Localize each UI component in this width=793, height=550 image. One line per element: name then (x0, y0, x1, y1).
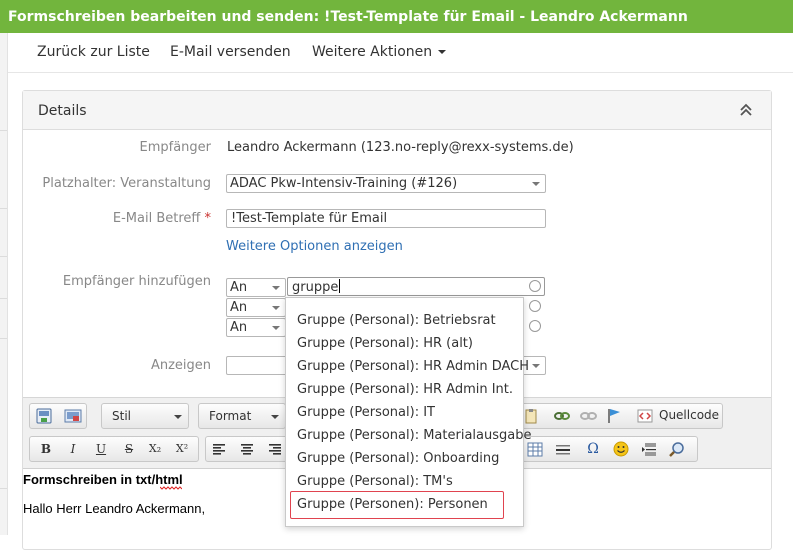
underline-button[interactable]: U (91, 440, 111, 458)
spellcheck-underline (160, 486, 182, 490)
placeholder-event-select[interactable]: ADAC Pkw-Intensiv-Training (#126) (226, 174, 546, 193)
subject-label: E-Mail Betreff * (112, 211, 212, 226)
chevron-down-icon (532, 364, 540, 368)
recipient-type-select[interactable]: An (226, 318, 286, 337)
align-left-icon[interactable] (212, 443, 226, 456)
align-right-icon[interactable] (268, 443, 282, 456)
anchor-flag-icon[interactable] (605, 407, 623, 425)
smiley-icon[interactable] (613, 441, 629, 457)
page-break-icon[interactable] (641, 442, 657, 457)
horizontal-line-icon[interactable] (555, 443, 571, 456)
chevron-down-icon (272, 326, 280, 330)
add-recipients-label: Empfänger hinzufügen (62, 274, 211, 289)
paste-icon[interactable] (523, 408, 539, 424)
bold-button[interactable]: B (36, 440, 56, 458)
chevron-down-icon (532, 182, 540, 186)
editor-heading: Formschreiben in txt/html (23, 472, 183, 487)
panel-title: Details (38, 103, 87, 119)
text-cursor (339, 279, 341, 293)
table-icon[interactable] (527, 442, 543, 457)
toolbar-group-text: B I U S X₂ X² (29, 436, 199, 462)
source-code-icon (637, 409, 653, 423)
chevron-down-icon (272, 306, 280, 310)
autocomplete-option[interactable]: Gruppe (Personal): Onboarding (297, 451, 499, 466)
autocomplete-option[interactable]: Gruppe (Personal): Betriebsrat (297, 313, 496, 328)
window-title: Formschreiben bearbeiten und senden: !Te… (0, 0, 793, 33)
back-to-list-link[interactable]: Zurück zur Liste (37, 44, 150, 60)
recipient-type-value: An (230, 300, 248, 315)
autocomplete-option[interactable]: Gruppe (Personal): TM's (297, 474, 453, 489)
details-panel-heading: Details (23, 91, 771, 130)
chevron-down-icon (271, 415, 279, 419)
align-center-icon[interactable] (240, 443, 254, 456)
recipient-search-input[interactable]: gruppe (287, 277, 545, 296)
autocomplete-option-highlighted[interactable]: Gruppe (Personen): Personen (297, 497, 488, 512)
autocomplete-option[interactable]: Gruppe (Personal): HR Admin Int. (297, 382, 513, 397)
action-navbar: Zurück zur Liste E-Mail versenden Weiter… (8, 33, 793, 73)
collapse-chevron-icon[interactable] (739, 103, 753, 117)
zoom-icon[interactable] (669, 441, 685, 457)
link-icon[interactable] (553, 408, 571, 424)
source-code-label: Quellcode (659, 408, 720, 422)
show-label: Anzeigen (150, 358, 211, 373)
placeholder-event-value: ADAC Pkw-Intensiv-Training (#126) (230, 176, 458, 191)
source-code-button[interactable]: Quellcode (637, 406, 720, 426)
subscript-button[interactable]: X₂ (145, 440, 165, 458)
recipient-type-value: An (230, 280, 248, 295)
chevron-down-icon (174, 415, 182, 419)
unlink-icon[interactable] (579, 408, 597, 424)
save-template-icon[interactable] (36, 408, 52, 424)
send-email-link[interactable]: E-Mail versenden (170, 44, 291, 60)
autocomplete-option[interactable]: Gruppe (Personal): HR (alt) (297, 336, 473, 351)
recipient-value: Leandro Ackermann (123.no-reply@rexx-sys… (227, 140, 574, 155)
special-char-icon[interactable]: Ω (583, 440, 603, 458)
autocomplete-option[interactable]: Gruppe (Personal): Materialausgabe (297, 428, 531, 443)
more-actions-label: Weitere Aktionen (312, 44, 433, 60)
recipient-type-select[interactable]: An (226, 278, 286, 297)
format-combo-label: Format (209, 409, 252, 423)
more-options-link[interactable]: Weitere Optionen anzeigen (226, 239, 403, 254)
chevron-down-icon (438, 50, 447, 54)
chevron-down-icon (272, 286, 280, 290)
subject-input[interactable]: !Test-Template für Email (226, 209, 546, 228)
toolbar-group-extras: Ω (518, 436, 698, 462)
remove-recipient-icon[interactable] (529, 280, 541, 292)
toolbar-group-insert: Quellcode (518, 403, 723, 429)
group-autocomplete-dropdown: Gruppe (Personal): Betriebsrat Gruppe (P… (285, 297, 531, 527)
remove-recipient-icon[interactable] (529, 320, 541, 332)
placeholder-label: Platzhalter: Veranstaltung (42, 176, 211, 191)
more-actions-menu[interactable]: Weitere Aktionen (312, 44, 447, 60)
editor-greeting: Hallo Herr Leandro Ackermann, (23, 501, 206, 516)
italic-button[interactable]: I (63, 440, 83, 458)
recipient-label: Empfänger (139, 140, 211, 155)
recipient-type-select[interactable]: An (226, 298, 286, 317)
format-combo[interactable]: Format (198, 403, 286, 429)
superscript-button[interactable]: X² (172, 440, 192, 458)
recipient-type-value: An (230, 320, 248, 335)
toolbar-group-media (29, 403, 87, 429)
left-edge-strip (0, 33, 8, 535)
autocomplete-option[interactable]: Gruppe (Personal): HR Admin DACH (297, 359, 529, 374)
style-combo[interactable]: Stil (101, 403, 189, 429)
subject-value: !Test-Template für Email (231, 211, 388, 226)
autocomplete-option[interactable]: Gruppe (Personal): IT (297, 405, 435, 420)
remove-recipient-icon[interactable] (529, 300, 541, 312)
strikethrough-button[interactable]: S (119, 440, 139, 458)
required-asterisk: * (204, 211, 212, 226)
recipient-search-value: gruppe (292, 280, 339, 295)
insert-image-icon[interactable] (64, 408, 82, 424)
style-combo-label: Stil (112, 409, 131, 423)
